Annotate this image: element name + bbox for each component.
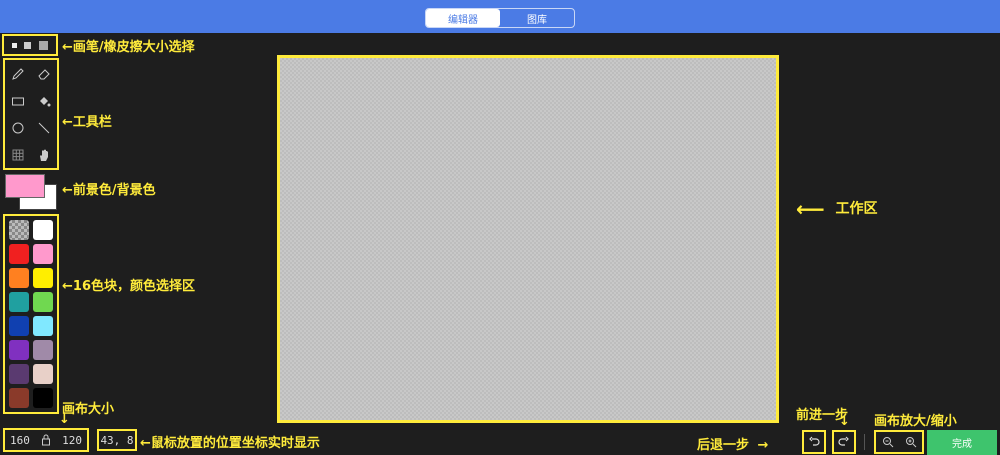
palette-color-13[interactable]: [33, 364, 53, 384]
palette-color-3[interactable]: [33, 244, 53, 264]
annotation-palette: ←16色块，颜色选择区: [62, 279, 195, 294]
zoom-in-icon[interactable]: [905, 436, 917, 448]
brush-size-large[interactable]: [39, 40, 49, 50]
pencil-icon: [12, 67, 24, 80]
canvas-height-input[interactable]: 120: [62, 434, 82, 447]
brush-size-medium[interactable]: [24, 41, 32, 49]
annotation-work-area: ⟵ 工作区: [796, 197, 878, 221]
hand-tool[interactable]: [31, 141, 57, 168]
palette-color-7[interactable]: [33, 292, 53, 312]
palette-color-10[interactable]: [9, 340, 29, 360]
color-swatches: [5, 174, 57, 210]
tab-switcher: 编辑器 图库: [425, 8, 575, 28]
palette-color-2[interactable]: [9, 244, 29, 264]
cursor-position: 43, 8: [100, 433, 134, 447]
toolbar: [3, 58, 59, 170]
foreground-color-swatch[interactable]: [5, 174, 45, 198]
annotation-zoom: 画布放大/缩小: [874, 414, 957, 429]
tab-editor[interactable]: 编辑器: [426, 9, 500, 27]
pencil-tool[interactable]: [5, 60, 31, 87]
canvas-width-input[interactable]: 160: [10, 434, 30, 447]
eraser-tool[interactable]: [31, 60, 57, 87]
done-button[interactable]: 完成: [927, 430, 997, 455]
palette-color-6[interactable]: [9, 292, 29, 312]
annotation-brush-size: ←画笔/橡皮擦大小选择: [62, 40, 195, 55]
fill-tool[interactable]: [31, 87, 57, 114]
left-arrow-icon: ⟵: [796, 197, 825, 221]
palette-color-1[interactable]: [33, 220, 53, 240]
grid-tool[interactable]: [5, 141, 31, 168]
divider: [864, 434, 865, 450]
line-tool[interactable]: [31, 114, 57, 141]
eraser-icon: [38, 68, 50, 79]
brush-size-small[interactable]: [11, 42, 17, 48]
zoom-controls: [874, 430, 924, 454]
palette-color-11[interactable]: [33, 340, 53, 360]
brush-size-selector: [2, 34, 58, 56]
color-palette: [3, 214, 59, 414]
annotation-cursor-position: ←鼠标放置的位置坐标实时显示: [140, 436, 320, 451]
drawing-canvas[interactable]: [277, 55, 779, 423]
palette-color-4[interactable]: [9, 268, 29, 288]
rectangle-tool[interactable]: [5, 87, 31, 114]
circle-tool[interactable]: [5, 114, 31, 141]
palette-color-0[interactable]: [9, 220, 29, 240]
palette-color-15[interactable]: [33, 388, 53, 408]
circle-icon: [12, 122, 24, 133]
grid-icon: [12, 149, 24, 160]
palette-color-8[interactable]: [9, 316, 29, 336]
undo-icon: [809, 436, 820, 446]
hand-icon: [40, 149, 48, 161]
rectangle-icon: [12, 97, 24, 105]
palette-color-14[interactable]: [9, 388, 29, 408]
palette-color-5[interactable]: [33, 268, 53, 288]
down-arrow-icon: ↓: [839, 414, 850, 429]
top-bar: 编辑器 图库: [0, 0, 1000, 33]
annotation-fg-bg: ←前景色/背景色: [62, 183, 156, 198]
tab-gallery[interactable]: 图库: [500, 9, 574, 27]
right-arrow-icon: →: [757, 438, 769, 453]
cursor-position-display: 43, 8: [97, 429, 137, 451]
line-icon: [38, 122, 50, 133]
annotation-toolbar: ←工具栏: [62, 115, 112, 130]
palette-color-9[interactable]: [33, 316, 53, 336]
redo-icon: [838, 436, 849, 446]
undo-button[interactable]: [802, 430, 826, 454]
down-arrow-icon: ↓: [59, 412, 70, 427]
palette-color-12[interactable]: [9, 364, 29, 384]
redo-button[interactable]: [832, 430, 856, 454]
lock-icon[interactable]: [41, 434, 51, 446]
annotation-undo: 后退一步 →: [697, 438, 769, 453]
zoom-out-icon[interactable]: [882, 436, 894, 448]
canvas-size-controls: 160 120: [3, 428, 89, 452]
fill-bucket-icon: [40, 96, 51, 106]
